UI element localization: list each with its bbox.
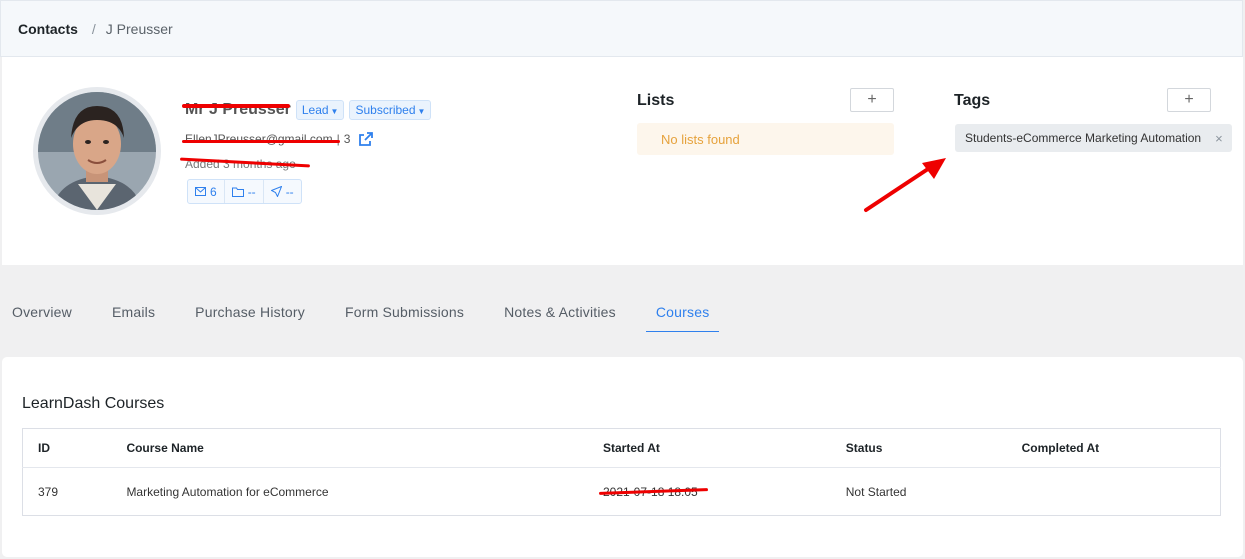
table-header-row: ID Course Name Started At Status Complet…	[22, 428, 1221, 468]
envelope-icon	[195, 187, 206, 196]
courses-table: ID Course Name Started At Status Complet…	[22, 428, 1221, 516]
tab-form-submissions[interactable]: Form Submissions	[345, 292, 464, 332]
column-header-completed-at: Completed At	[1006, 428, 1221, 468]
lists-title: Lists	[637, 92, 675, 109]
contact-tabs: Overview Emails Purchase History Form Su…	[0, 292, 739, 332]
course-name: Marketing Automation for eCommerce	[126, 484, 329, 499]
course-id: 379	[38, 484, 59, 499]
email-separator: |	[336, 132, 340, 146]
tab-emails[interactable]: Emails	[112, 292, 155, 332]
column-header-course-name: Course Name	[111, 428, 588, 468]
column-header-started-at: Started At	[587, 428, 831, 468]
column-header-id: ID	[22, 428, 112, 468]
chevron-down-icon: ▼	[330, 107, 339, 116]
status-badge[interactable]: Lead ▼	[295, 100, 345, 120]
add-tag-button[interactable]: +	[1167, 88, 1211, 112]
chevron-down-icon: ▼	[417, 107, 426, 116]
campaigns-stat[interactable]: --	[264, 180, 301, 203]
contact-email: EllenJPreusser@gmail.com	[185, 132, 333, 146]
course-status: Not Started	[845, 484, 907, 499]
subscription-badge-label: Subscribed	[355, 103, 416, 117]
email-count: 3	[343, 132, 351, 146]
tag-label: Students-eCommerce Marketing Automation	[965, 131, 1202, 145]
profile-card: Mr J Preusser Lead ▼ Subscribed ▼ EllenJPr…	[2, 57, 1243, 265]
contact-stats: 6 -- --	[187, 179, 302, 204]
campaigns-stat-value: --	[285, 184, 294, 199]
tab-notes-activities[interactable]: Notes & Activities	[504, 292, 616, 332]
lists-stat-value: --	[247, 184, 256, 199]
avatar	[33, 87, 161, 215]
contact-name-row: Mr J Preusser Lead ▼ Subscribed ▼	[185, 100, 432, 120]
folder-icon	[231, 187, 244, 197]
tab-purchase-history[interactable]: Purchase History	[195, 292, 305, 332]
column-header-status: Status	[830, 428, 1007, 468]
redaction-mark	[182, 104, 290, 108]
course-completed-at	[1007, 468, 1221, 516]
tab-overview[interactable]: Overview	[12, 292, 72, 332]
tags-title: Tags	[954, 92, 991, 109]
emails-stat-value: 6	[210, 184, 217, 199]
status-badge-label: Lead	[301, 103, 329, 117]
external-link-icon[interactable]	[359, 132, 374, 146]
redaction-mark	[182, 140, 340, 143]
breadcrumb-current: J Preusser	[105, 20, 173, 37]
avatar-photo	[38, 92, 156, 210]
courses-card: LearnDash Courses ID Course Name Started…	[2, 357, 1243, 557]
tab-courses[interactable]: Courses	[645, 292, 720, 332]
subscription-badge[interactable]: Subscribed ▼	[349, 100, 432, 120]
lists-empty-message: No lists found	[637, 123, 894, 155]
tag-chip: Students-eCommerce Marketing Automation …	[955, 124, 1232, 152]
emails-stat[interactable]: 6	[188, 180, 225, 203]
email-row: EllenJPreusser@gmail.com | 3	[185, 132, 374, 146]
breadcrumb: Contacts / J Preusser	[0, 0, 1243, 57]
breadcrumb-separator: /	[91, 20, 96, 37]
close-icon[interactable]: ×	[1215, 131, 1223, 146]
courses-title: LearnDash Courses	[22, 395, 165, 412]
breadcrumb-contacts-link[interactable]: Contacts	[18, 21, 78, 37]
add-list-button[interactable]: +	[850, 88, 894, 112]
send-icon	[270, 186, 282, 197]
annotation-arrow	[864, 158, 946, 212]
lists-stat[interactable]: --	[225, 180, 264, 203]
